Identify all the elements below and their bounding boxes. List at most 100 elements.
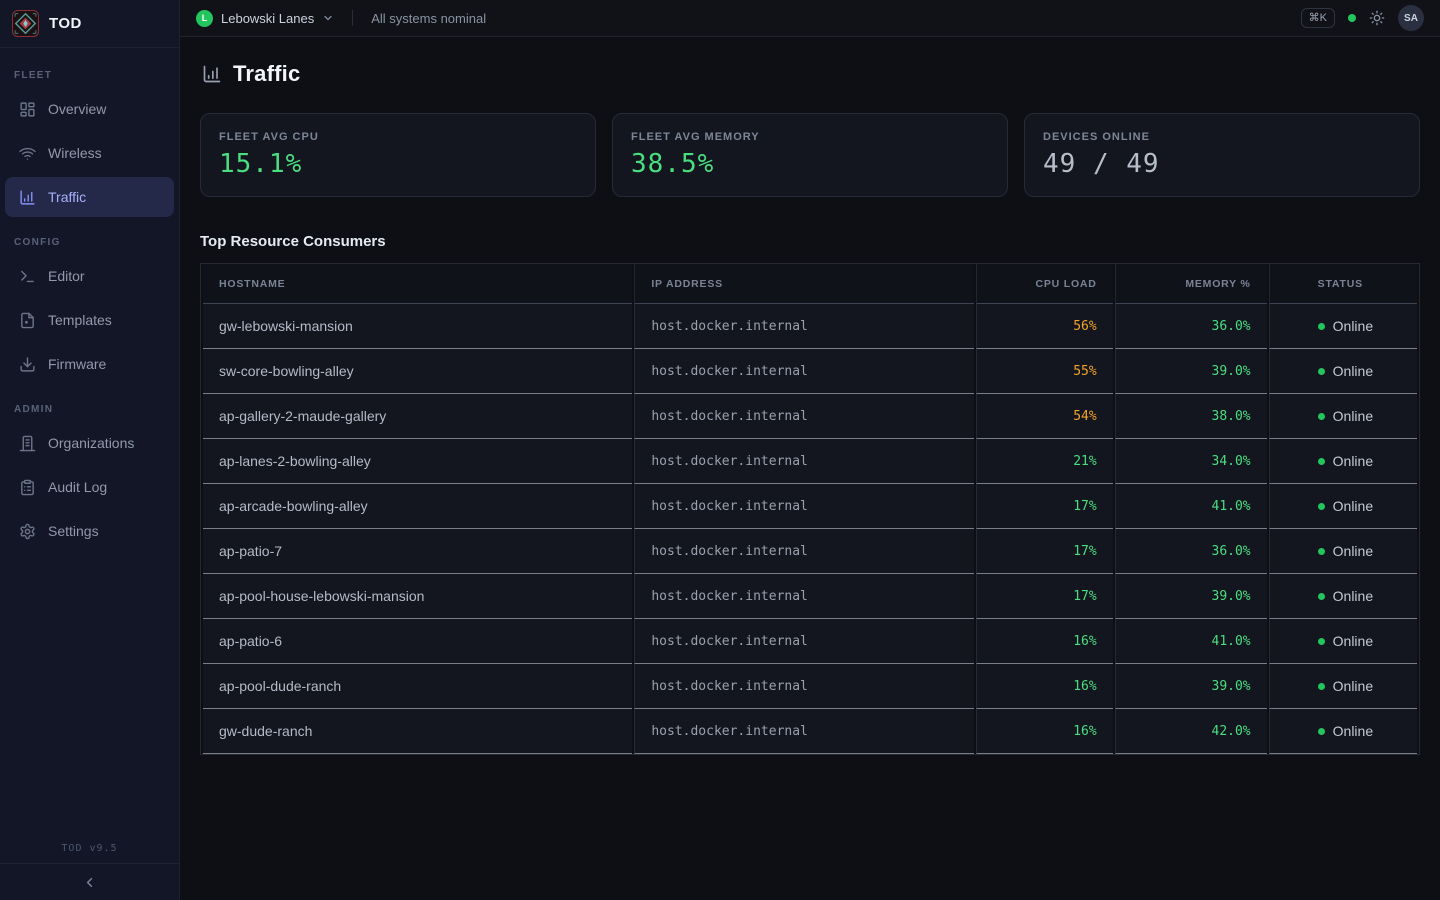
sidebar-item-overview[interactable]: Overview [5, 89, 174, 129]
main-area: L Lebowski Lanes All systems nominal ⌘K … [180, 0, 1440, 900]
status-cell: Online [1269, 619, 1417, 664]
memory-cell: 34.0% [1115, 439, 1267, 484]
sidebar-item-label: Overview [48, 101, 106, 117]
stat-value: 15.1% [219, 149, 577, 179]
cpu-cell: 55% [976, 349, 1112, 394]
sidebar-collapse-button[interactable] [0, 863, 179, 900]
hostname-cell: ap-arcade-bowling-alley [203, 484, 632, 529]
cpu-cell: 56% [976, 304, 1112, 349]
table-row[interactable]: ap-patio-7 host.docker.internal 17% 36.0… [203, 529, 1417, 574]
hostname-cell: gw-dude-ranch [203, 709, 632, 754]
sidebar-item-label: Organizations [48, 435, 134, 451]
status-cell: Online [1269, 394, 1417, 439]
status-cell: Online [1269, 439, 1417, 484]
system-status-text: All systems nominal [371, 11, 486, 26]
online-dot [1318, 683, 1325, 690]
status-cell: Online [1269, 664, 1417, 709]
sidebar-item-label: Editor [48, 268, 85, 284]
online-dot [1318, 638, 1325, 645]
stat-card-fleet-avg-memory: FLEET AVG MEMORY 38.5% [612, 113, 1008, 197]
nav-section-fleet: FLEET Overview Wireless Traffic [0, 70, 179, 217]
hostname-cell: ap-pool-dude-ranch [203, 664, 632, 709]
hostname-cell: ap-patio-7 [203, 529, 632, 574]
sidebar-item-organizations[interactable]: Organizations [5, 423, 174, 463]
sidebar-item-audit-log[interactable]: Audit Log [5, 467, 174, 507]
table-row[interactable]: ap-arcade-bowling-alley host.docker.inte… [203, 484, 1417, 529]
hostname-cell: sw-core-bowling-alley [203, 349, 632, 394]
column-header-cpu: CPU LOAD [976, 264, 1112, 304]
topbar: L Lebowski Lanes All systems nominal ⌘K … [180, 0, 1440, 37]
nav-section-label: CONFIG [14, 237, 179, 248]
sidebar-item-label: Templates [48, 312, 112, 328]
memory-cell: 39.0% [1115, 349, 1267, 394]
sidebar-item-traffic[interactable]: Traffic [5, 177, 174, 217]
memory-cell: 36.0% [1115, 304, 1267, 349]
sidebar-item-wireless[interactable]: Wireless [5, 133, 174, 173]
sidebar-item-label: Wireless [48, 145, 102, 161]
memory-cell: 39.0% [1115, 574, 1267, 619]
status-cell: Online [1269, 304, 1417, 349]
nav-section-admin: ADMIN Organizations Audit Log Settings [0, 404, 179, 551]
ip-cell: host.docker.internal [634, 349, 974, 394]
table-row[interactable]: ap-pool-house-lebowski-mansion host.dock… [203, 574, 1417, 619]
sidebar-nav: FLEET Overview Wireless Traffic [0, 48, 179, 563]
sidebar-item-settings[interactable]: Settings [5, 511, 174, 551]
page-title-row: Traffic [202, 61, 1420, 87]
building-icon [19, 435, 36, 452]
app-version: TOD v9.5 [0, 843, 179, 863]
table-row[interactable]: gw-lebowski-mansion host.docker.internal… [203, 304, 1417, 349]
stat-label: FLEET AVG CPU [219, 131, 577, 143]
stat-label: DEVICES ONLINE [1043, 131, 1401, 143]
cpu-cell: 17% [976, 484, 1112, 529]
table-row[interactable]: sw-core-bowling-alley host.docker.intern… [203, 349, 1417, 394]
sidebar-item-label: Audit Log [48, 479, 107, 495]
download-icon [19, 356, 36, 373]
memory-cell: 38.0% [1115, 394, 1267, 439]
ip-cell: host.docker.internal [634, 439, 974, 484]
memory-cell: 42.0% [1115, 709, 1267, 754]
sun-icon[interactable] [1369, 10, 1385, 26]
file-icon [19, 312, 36, 329]
sidebar-item-firmware[interactable]: Firmware [5, 344, 174, 384]
hostname-cell: ap-gallery-2-maude-gallery [203, 394, 632, 439]
gear-icon [19, 523, 36, 540]
online-dot [1318, 458, 1325, 465]
status-cell: Online [1269, 709, 1417, 754]
bar-chart-icon [202, 64, 222, 84]
sidebar-item-label: Traffic [48, 189, 86, 205]
cpu-cell: 17% [976, 529, 1112, 574]
table-row[interactable]: ap-gallery-2-maude-gallery host.docker.i… [203, 394, 1417, 439]
clipboard-icon [19, 479, 36, 496]
status-cell: Online [1269, 349, 1417, 394]
app-name: TOD [49, 15, 82, 32]
chevron-down-icon [322, 12, 334, 24]
sidebar-item-label: Firmware [48, 356, 106, 372]
stat-value: 38.5% [631, 149, 989, 179]
column-header-hostname: HOSTNAME [203, 264, 632, 304]
ip-cell: host.docker.internal [634, 394, 974, 439]
sidebar-item-templates[interactable]: Templates [5, 300, 174, 340]
org-switcher[interactable]: L Lebowski Lanes [196, 10, 334, 27]
cpu-cell: 16% [976, 619, 1112, 664]
table-header-row: HOSTNAME IP ADDRESS CPU LOAD MEMORY % ST… [203, 264, 1417, 304]
online-dot [1318, 323, 1325, 330]
table-row[interactable]: gw-dude-ranch host.docker.internal 16% 4… [203, 709, 1417, 754]
table-row[interactable]: ap-patio-6 host.docker.internal 16% 41.0… [203, 619, 1417, 664]
sidebar-item-editor[interactable]: Editor [5, 256, 174, 296]
stat-value: 49 / 49 [1043, 149, 1401, 179]
sidebar-item-label: Settings [48, 523, 99, 539]
memory-cell: 39.0% [1115, 664, 1267, 709]
nav-section-label: ADMIN [14, 404, 179, 415]
table-row[interactable]: ap-lanes-2-bowling-alley host.docker.int… [203, 439, 1417, 484]
online-dot [1318, 548, 1325, 555]
topbar-divider [352, 10, 353, 26]
bar-chart-icon [19, 189, 36, 206]
column-header-memory: MEMORY % [1115, 264, 1267, 304]
user-avatar[interactable]: SA [1398, 5, 1424, 31]
hostname-cell: ap-pool-house-lebowski-mansion [203, 574, 632, 619]
table-row[interactable]: ap-pool-dude-ranch host.docker.internal … [203, 664, 1417, 709]
command-palette-shortcut[interactable]: ⌘K [1301, 8, 1335, 28]
app-logo-row[interactable]: TOD [0, 0, 179, 48]
stat-card-devices-online: DEVICES ONLINE 49 / 49 [1024, 113, 1420, 197]
memory-cell: 36.0% [1115, 529, 1267, 574]
